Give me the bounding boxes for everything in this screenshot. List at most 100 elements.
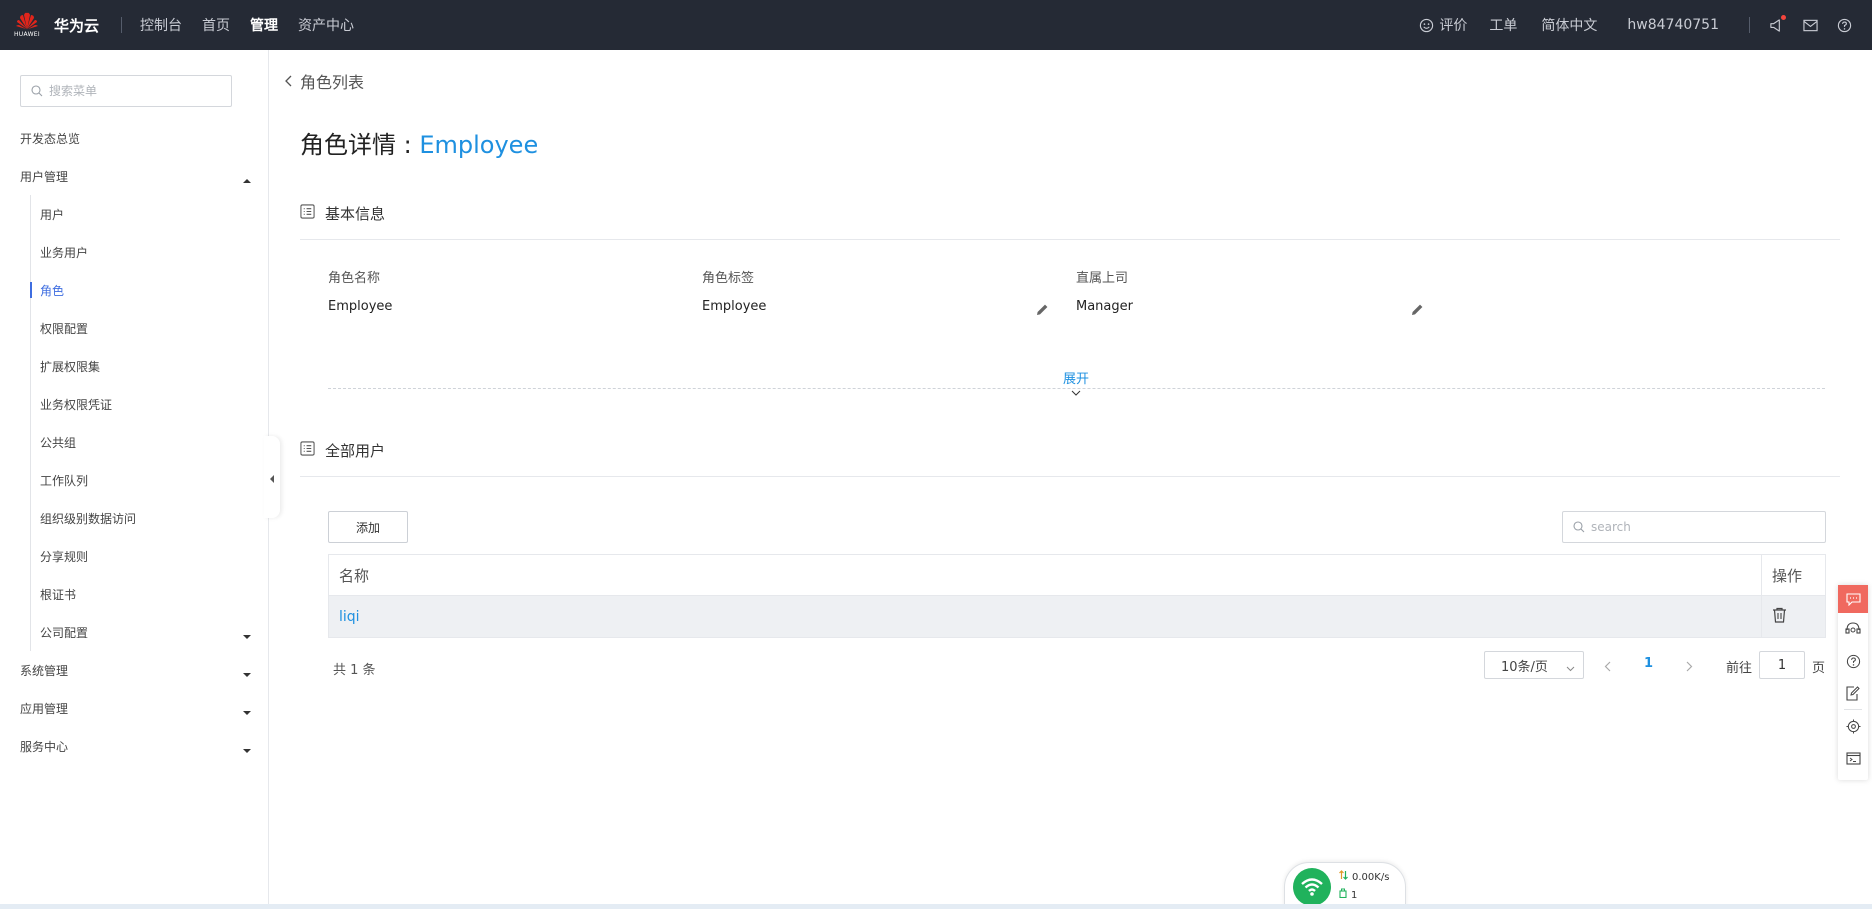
tools-divider [1749,17,1750,33]
headset-icon[interactable] [1838,613,1868,645]
help-icon[interactable] [1836,17,1852,33]
list-icon [300,441,315,460]
user-search-input[interactable] [1591,520,1811,534]
add-user-button[interactable]: 添加 [328,511,408,543]
sidebar-item-label: 开发态总览 [20,131,81,146]
prev-page-button[interactable] [1604,657,1611,676]
sidebar-item-label: 用户管理 [20,169,69,184]
chat-icon[interactable] [1838,585,1868,613]
sidebar-item-label: 应用管理 [20,701,69,716]
sidebar-item-users[interactable]: 用户 [0,195,269,233]
terminal-icon[interactable] [1838,742,1868,774]
sidebar-item-service-center[interactable]: 服务中心 [0,727,269,765]
announcement-icon[interactable] [1768,14,1787,33]
all-users-title: 全部用户 [325,442,386,460]
search-icon [1573,518,1585,537]
role-tag-value: Employee [702,299,767,314]
user-link[interactable]: liqi [339,609,360,625]
user-search[interactable] [1562,511,1826,543]
huawei-logo[interactable]: HUAWEI 华为云 [14,9,99,41]
feedback-label: 评价 [1439,18,1468,34]
sidebar-item-label: 分享规则 [40,549,89,564]
question-icon[interactable] [1838,645,1868,677]
sidebar-item-sharing-rules[interactable]: 分享规则 [0,537,269,575]
menu-search-input[interactable] [49,84,219,98]
sidebar-item-work-queues[interactable]: 工作队列 [0,461,269,499]
goto-label: 前往 [1726,661,1753,676]
caret-down-icon [243,743,251,757]
sidebar-item-system-management[interactable]: 系统管理 [0,651,269,689]
caret-up-icon [243,173,251,187]
expand-button[interactable]: 展开 [1063,368,1089,400]
nav-home[interactable]: 首页 [202,15,230,35]
wifi-icon [1293,868,1331,906]
locate-icon[interactable] [1838,710,1868,742]
sidebar-item-business-credentials[interactable]: 业务权限凭证 [0,385,269,423]
basic-info-title: 基本信息 [325,205,386,223]
network-widget[interactable]: 0.00K/s 1 [1284,862,1406,909]
sidebar-item-label: 公司配置 [40,625,89,640]
sidebar-item-roles[interactable]: 角色 [0,271,269,309]
sidebar-item-public-groups[interactable]: 公共组 [0,423,269,461]
nav-manage[interactable]: 管理 [250,15,278,35]
table-header-row: 名称 操作 [329,555,1825,596]
logo-text: HUAWEI [14,31,40,38]
goto-page-input[interactable] [1759,651,1805,679]
user-account[interactable]: hw84740751 [1627,17,1719,33]
chevron-down-icon [1071,385,1081,400]
feedback-link[interactable]: 评价 [1418,15,1467,35]
network-stats: 0.00K/s 1 [1339,869,1389,905]
sidebar-item-org-data-access[interactable]: 组织级别数据访问 [0,499,269,537]
list-icon [300,204,315,223]
back-to-role-list[interactable]: 角色列表 [284,69,364,93]
next-page-button[interactable] [1686,657,1693,676]
sidebar-item-extended-permissions[interactable]: 扩展权限集 [0,347,269,385]
basic-info-header: 基本信息 [300,200,1840,240]
main-content: 角色列表 角色详情 : Employee 基本信息 角色名称 Employee … [270,50,1840,909]
language-switch[interactable]: 简体中文 [1541,15,1597,35]
page-title-role: Employee [419,131,539,159]
top-bar: HUAWEI 华为云 控制台 首页 管理 资产中心 评价 工单 简体中文 hw8… [0,0,1872,50]
sidebar: 开发态总览 用户管理 用户 业务用户 角色 权限配置 扩展权限集 业务权限凭证 … [0,50,269,909]
edit-direct-manager-icon[interactable] [1411,301,1424,320]
page-number-current[interactable]: 1 [1644,656,1653,671]
direct-manager-label: 直属上司 [1076,271,1129,286]
nav-divider [121,17,123,33]
sidebar-item-label: 服务中心 [20,739,69,754]
sidebar-item-business-users[interactable]: 业务用户 [0,233,269,271]
delete-icon[interactable] [1772,607,1787,627]
caret-down-icon [243,629,251,643]
sidebar-item-label: 业务用户 [40,245,89,260]
sidebar-item-dev-overview[interactable]: 开发态总览 [0,119,269,157]
sidebar-item-root-certificates[interactable]: 根证书 [0,575,269,613]
speed-row: 0.00K/s [1339,869,1389,887]
role-name-label: 角色名称 [328,271,381,286]
edit-role-tag-icon[interactable] [1036,301,1049,320]
sidebar-menu: 开发态总览 用户管理 用户 业务用户 角色 权限配置 扩展权限集 业务权限凭证 … [0,119,269,765]
users-table: 名称 操作 liqi [328,554,1826,638]
page-size-select[interactable]: 10条/页 [1484,651,1584,679]
edit-note-icon[interactable] [1838,677,1868,709]
sidebar-item-label: 业务权限凭证 [40,397,113,412]
sidebar-item-company-config[interactable]: 公司配置 [0,613,269,651]
user-management-submenu: 用户 业务用户 角色 权限配置 扩展权限集 业务权限凭证 公共组 工作队列 组织… [0,195,269,651]
notification-dot [1780,14,1787,21]
top-nav: 控制台 首页 管理 资产中心 [140,15,354,35]
device-row: 1 [1339,887,1389,905]
page-size-value: 10条/页 [1501,659,1548,675]
menu-search[interactable] [20,75,232,107]
caret-down-icon [243,667,251,681]
brand-name: 华为云 [54,16,100,35]
nav-console[interactable]: 控制台 [140,15,182,35]
sidebar-item-label: 系统管理 [20,663,69,678]
sidebar-item-label: 权限配置 [40,321,89,336]
chevron-down-icon [1566,661,1575,676]
nav-assets[interactable]: 资产中心 [298,15,354,35]
sidebar-item-label: 角色 [40,283,65,298]
mail-icon[interactable] [1802,17,1818,33]
ticket-link[interactable]: 工单 [1489,15,1517,35]
transfer-icon [1339,869,1348,887]
sidebar-item-permission-config[interactable]: 权限配置 [0,309,269,347]
sidebar-item-user-management[interactable]: 用户管理 [0,157,269,195]
sidebar-item-app-management[interactable]: 应用管理 [0,689,269,727]
